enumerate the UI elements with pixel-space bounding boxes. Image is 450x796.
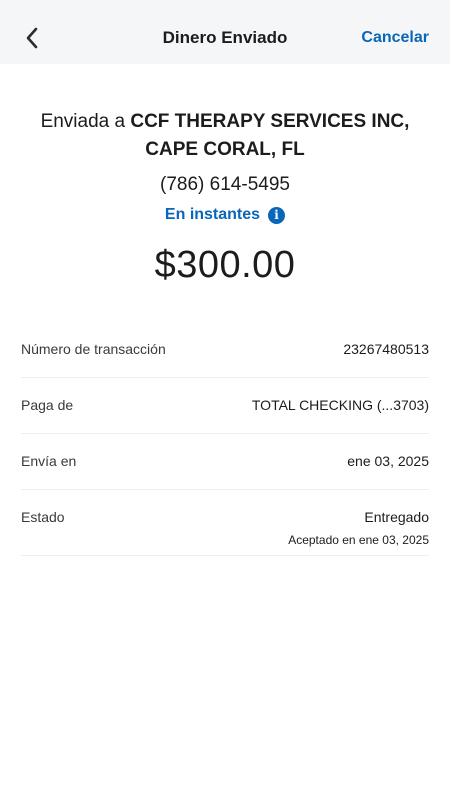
transaction-number-label: Número de transacción bbox=[21, 341, 166, 357]
recipient-name: CCF THERAPY SERVICES INC, CAPE CORAL, FL bbox=[130, 111, 410, 160]
info-icon[interactable]: i bbox=[268, 206, 286, 224]
recipient-phone: (786) 614-5495 bbox=[160, 174, 290, 195]
transaction-details: Número de transacción 23267480513 Paga d… bbox=[21, 322, 429, 556]
pay-from-value: TOTAL CHECKING (...3703) bbox=[251, 397, 429, 413]
detail-row-status: Estado Entregado Aceptado en ene 03, 202… bbox=[21, 490, 429, 556]
cancel-button[interactable]: Cancelar bbox=[361, 29, 429, 47]
delivery-speed-label: En instantes bbox=[164, 206, 261, 223]
transaction-number-value: 23267480513 bbox=[343, 341, 429, 357]
status-value-group: Entregado Aceptado en ene 03, 2025 bbox=[288, 509, 429, 547]
detail-row-send-on: Envía en ene 03, 2025 bbox=[21, 434, 429, 490]
send-on-label: Envía en bbox=[21, 453, 77, 469]
status-value: Entregado bbox=[364, 509, 429, 525]
top-bar: Dinero Enviado Cancelar bbox=[0, 0, 450, 64]
recipient-prefix: Enviada a bbox=[40, 111, 131, 132]
pay-from-label: Paga de bbox=[21, 397, 74, 413]
transfer-summary: Enviada a CCF THERAPY SERVICES INC, CAPE… bbox=[0, 108, 450, 288]
status-accepted-date: Aceptado en ene 03, 2025 bbox=[288, 533, 429, 547]
detail-row-pay-from: Paga de TOTAL CHECKING (...3703) bbox=[21, 378, 429, 434]
delivery-speed: En instantes i bbox=[0, 206, 450, 224]
amount: $300.00 bbox=[154, 244, 296, 286]
recipient-line: Enviada a CCF THERAPY SERVICES INC, CAPE… bbox=[20, 108, 430, 164]
send-on-value: ene 03, 2025 bbox=[347, 453, 429, 469]
status-label: Estado bbox=[21, 509, 65, 525]
detail-row-transaction: Número de transacción 23267480513 bbox=[21, 322, 429, 378]
